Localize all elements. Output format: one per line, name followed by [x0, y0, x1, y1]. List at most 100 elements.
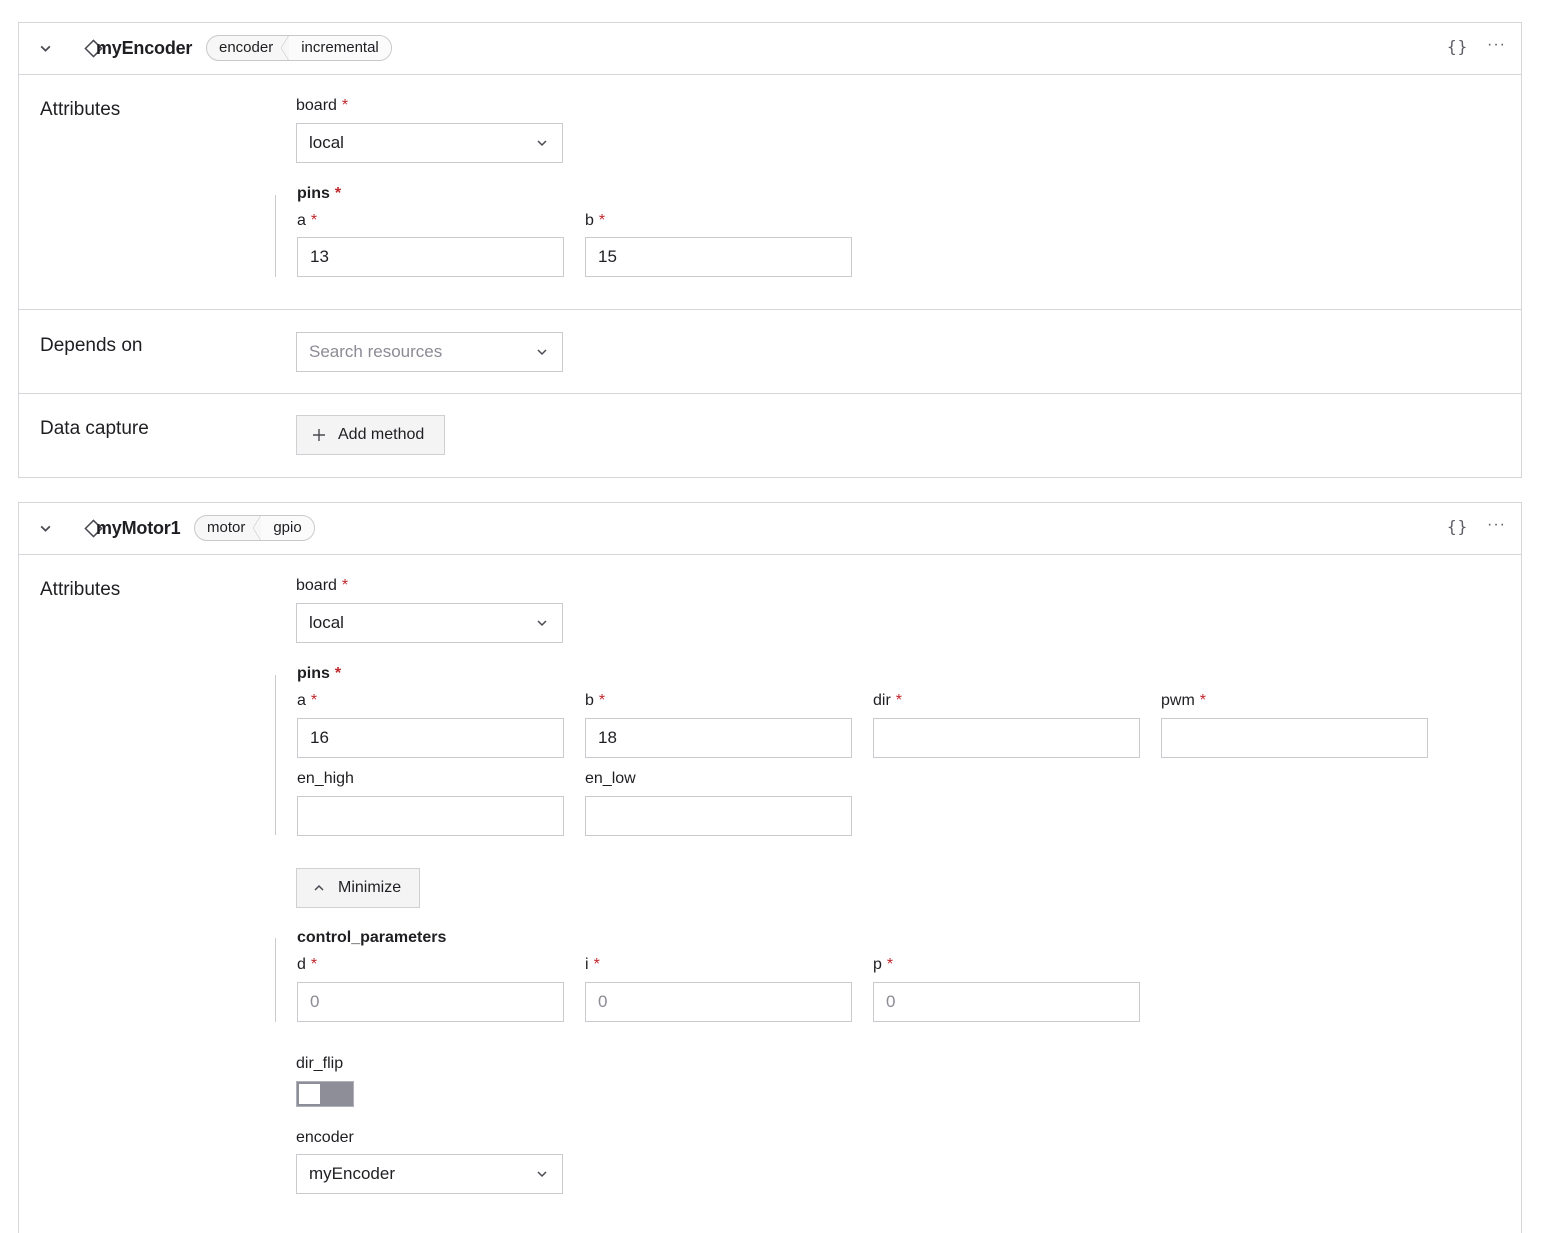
resource-name: myMotor1: [96, 518, 181, 538]
pin-b-input[interactable]: 15: [585, 237, 852, 277]
resource-type: encoder: [207, 36, 290, 60]
resource-card-mymotor1: myMotor1 motor gpio {} ··· Attributes bo…: [18, 502, 1522, 1233]
pin-a-label: a *: [297, 692, 317, 710]
field-label-text: d: [297, 956, 306, 973]
required-marker: *: [598, 212, 606, 229]
field-label-text: pins: [297, 665, 330, 682]
board-label: board *: [296, 577, 348, 595]
field-label-text: a: [297, 692, 306, 709]
resource-name: myEncoder: [96, 38, 193, 58]
field-label-text: b: [585, 692, 594, 709]
encoder-select[interactable]: myEncoder: [296, 1154, 563, 1194]
pins-label: pins *: [297, 665, 341, 683]
depends-on-placeholder: Search resources: [309, 342, 443, 361]
control-param-d-input[interactable]: 0: [297, 982, 564, 1022]
pin-a-label: a *: [297, 212, 317, 230]
chevron-down-icon: [537, 140, 547, 147]
control-parameters-label: control_parameters: [297, 929, 447, 946]
field-label-text: pins: [297, 185, 330, 202]
chevron-down-icon[interactable]: [39, 522, 52, 535]
resource-card-header[interactable]: myMotor1 motor gpio {} ···: [19, 503, 1521, 555]
add-method-label: Add method: [338, 426, 425, 443]
depends-on-select[interactable]: Search resources: [296, 332, 563, 372]
pins-label: pins *: [297, 185, 341, 203]
required-marker: *: [310, 692, 318, 709]
pin-en-low-input[interactable]: [585, 796, 852, 836]
chevron-down-icon: [537, 349, 547, 356]
control-param-i-label: i *: [585, 956, 600, 974]
add-method-button[interactable]: Add method: [296, 415, 445, 455]
pin-dir-input[interactable]: [873, 718, 1140, 758]
board-label: board *: [296, 97, 348, 115]
pin-en-high-input[interactable]: [297, 796, 564, 836]
json-braces-icon[interactable]: {}: [1447, 37, 1468, 56]
control-param-p-label: p *: [873, 956, 893, 974]
pin-en-low-label: en_low: [585, 770, 636, 787]
minimize-button[interactable]: Minimize: [296, 868, 420, 908]
attributes-section-title: Attributes: [40, 579, 121, 600]
pin-pwm-label: pwm *: [1161, 692, 1206, 710]
more-options-icon[interactable]: ···: [1487, 36, 1506, 54]
chevron-down-icon: [537, 620, 547, 627]
attributes-section-title: Attributes: [40, 99, 121, 120]
pin-a-input[interactable]: 16: [297, 718, 564, 758]
required-marker: *: [593, 956, 600, 973]
required-marker: *: [1199, 692, 1207, 709]
field-label-text: pwm: [1161, 692, 1195, 709]
pin-b-label: b *: [585, 212, 605, 230]
required-marker: *: [310, 212, 318, 229]
required-marker: *: [334, 665, 342, 682]
resource-type-model-pill: motor gpio: [194, 515, 315, 541]
pin-en-high-label: en_high: [297, 770, 354, 787]
plus-icon: [313, 429, 325, 441]
field-label-text: a: [297, 212, 306, 229]
board-select-value: local: [309, 613, 344, 632]
more-options-icon[interactable]: ···: [1487, 516, 1506, 534]
resource-card-header[interactable]: myEncoder encoder incremental {} ···: [19, 23, 1521, 75]
required-marker: *: [598, 692, 606, 709]
required-marker: *: [341, 97, 349, 114]
field-label-text: p: [873, 956, 882, 973]
field-label-text: i: [585, 956, 589, 973]
board-select[interactable]: local: [296, 123, 563, 163]
encoder-label: encoder: [296, 1129, 354, 1146]
section-divider: [19, 393, 1521, 394]
json-braces-icon[interactable]: {}: [1447, 517, 1468, 536]
field-label-text: b: [585, 212, 594, 229]
required-marker: *: [341, 577, 349, 594]
pin-b-label: b *: [585, 692, 605, 710]
board-select[interactable]: local: [296, 603, 563, 643]
data-capture-section-title: Data capture: [40, 418, 149, 439]
field-label-text: board: [296, 577, 337, 594]
resource-type: motor: [195, 516, 262, 540]
chevron-down-icon[interactable]: [39, 42, 52, 55]
required-marker: *: [310, 956, 318, 973]
required-marker: *: [895, 692, 903, 709]
pin-b-input[interactable]: 18: [585, 718, 852, 758]
dir-flip-label: dir_flip: [296, 1055, 344, 1072]
required-marker: *: [886, 956, 894, 973]
pin-pwm-input[interactable]: [1161, 718, 1428, 758]
pins-group-rule: [275, 675, 276, 835]
control-param-p-input[interactable]: 0: [873, 982, 1140, 1022]
encoder-select-value: myEncoder: [309, 1164, 395, 1183]
toggle-knob: [299, 1084, 320, 1104]
control-param-d-label: d *: [297, 956, 317, 974]
control-parameters-group-rule: [275, 938, 276, 1022]
chevron-down-icon: [537, 1171, 547, 1178]
depends-on-section-title: Depends on: [40, 335, 143, 356]
resource-model: gpio: [261, 516, 314, 540]
resource-type-model-pill: encoder incremental: [206, 35, 392, 61]
field-label-text: dir: [873, 692, 891, 709]
dir-flip-toggle[interactable]: [296, 1081, 354, 1107]
resource-card-myencoder: myEncoder encoder incremental {} ··· Att…: [18, 22, 1522, 478]
pin-a-input[interactable]: 13: [297, 237, 564, 277]
control-param-i-input[interactable]: 0: [585, 982, 852, 1022]
required-marker: *: [334, 185, 342, 202]
board-select-value: local: [309, 133, 344, 152]
chevron-up-icon: [314, 884, 324, 891]
pin-dir-label: dir *: [873, 692, 902, 710]
field-label-text: board: [296, 97, 337, 114]
resource-model: incremental: [289, 36, 391, 60]
minimize-label: Minimize: [338, 879, 402, 896]
